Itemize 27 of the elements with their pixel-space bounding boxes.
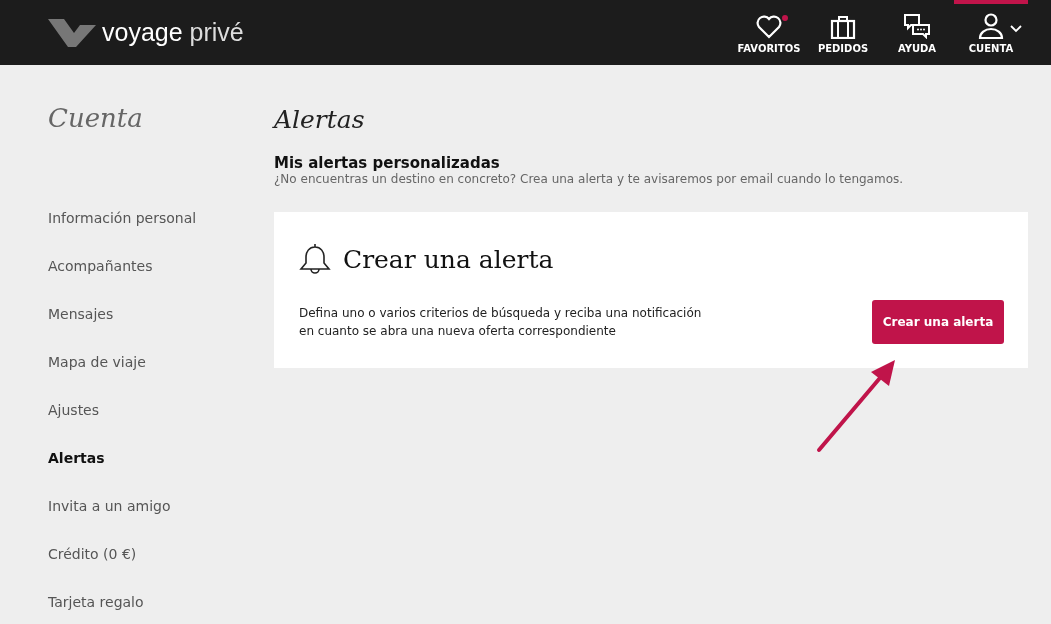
- card-description: Defina uno o varios criterios de búsqueda y reciba una notificación en cuanto se abra una nueva oferta correspondiente: [299, 305, 703, 340]
- sidebar-item[interactable]: Ajustes: [48, 400, 274, 448]
- logo-text[interactable]: voyage privé: [102, 18, 244, 47]
- sidebar-item[interactable]: Invita a un amigo: [48, 496, 274, 544]
- section-subtitle: ¿No encuentras un destino en concreto? Crea una alerta y te avisaremos por email cuando lo tengamos.: [274, 172, 905, 186]
- card-title: Crear una alerta: [343, 244, 554, 274]
- heart-icon: [756, 15, 782, 39]
- user-icon: [978, 13, 1004, 39]
- sidebar-item[interactable]: Mensajes: [48, 304, 274, 352]
- sidebar-item[interactable]: Información personal: [48, 208, 274, 256]
- nav-item[interactable]: FAVORITOS: [732, 0, 806, 65]
- sidebar-item[interactable]: Mapa de viaje: [48, 352, 274, 400]
- nav-item[interactable]: AYUDA: [880, 0, 954, 65]
- chat-icon: [903, 13, 931, 39]
- page-title: Alertas: [274, 105, 366, 134]
- sidebar-title: Cuenta: [48, 103, 144, 133]
- sidebar-item[interactable]: Tarjeta regalo: [48, 592, 274, 624]
- sidebar-item[interactable]: Crédito (0 €): [48, 544, 274, 592]
- logo-icon: [48, 18, 96, 47]
- bell-icon: [299, 242, 331, 276]
- nav-item[interactable]: CUENTA: [954, 0, 1028, 65]
- create-alert-button[interactable]: Crear una alerta: [872, 300, 1004, 344]
- suitcase-icon: [830, 15, 856, 39]
- sidebar-item[interactable]: Acompañantes: [48, 256, 274, 304]
- nav-item[interactable]: PEDIDOS: [806, 0, 880, 65]
- sidebar-item[interactable]: Alertas: [48, 448, 274, 496]
- section-title: Mis alertas personalizadas: [274, 154, 501, 172]
